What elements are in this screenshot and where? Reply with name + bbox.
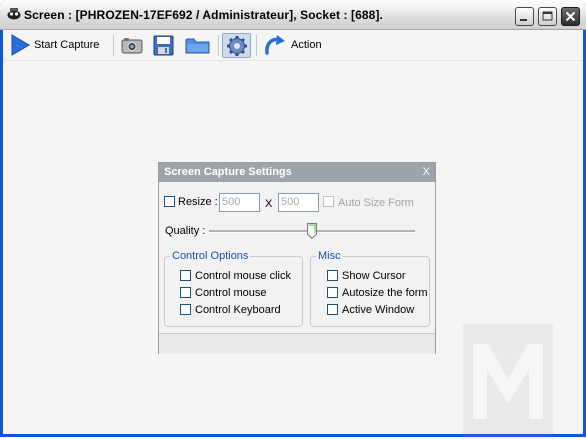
dialog-title-bar[interactable]: Screen Capture Settings X [159,163,435,182]
settings-button[interactable] [222,33,251,58]
autosize-form-checkbox[interactable] [327,287,338,298]
toolbar-separator [256,35,257,56]
toolbar-separator [218,35,219,56]
control-mouse-click-checkbox[interactable] [180,270,191,281]
save-button[interactable] [151,33,177,58]
active-window-label: Active Window [342,304,415,316]
screen-view-area: Screen Capture Settings X Resize : 500 X… [3,61,583,439]
screenshot-button[interactable] [119,33,145,58]
maximize-icon [542,11,553,21]
title-bar[interactable]: Screen : [PHROZEN-17EF692 / Administrate… [0,0,586,30]
dialog-title: Screen Capture Settings [164,166,292,178]
close-icon [565,11,576,22]
width-input[interactable]: 500 [219,193,260,212]
dialog-close-button[interactable]: X [423,166,430,178]
autosize-form-label: Autosize the form [342,287,428,299]
auto-size-form-checkbox[interactable] [323,196,334,207]
refresh-arrow-icon [265,35,285,55]
dialog-status-bar [159,333,435,354]
client-area: Start Capture Action Screen Capture Sett… [3,30,583,439]
control-keyboard-checkbox[interactable] [180,304,191,315]
misc-legend: Misc [316,250,343,262]
capture-settings-dialog: Screen Capture Settings X Resize : 500 X… [158,162,436,354]
start-capture-button[interactable]: Start Capture [7,33,107,58]
resize-label: Resize : [178,196,218,208]
start-capture-label: Start Capture [34,39,100,51]
watermark-logo [463,324,553,439]
control-mouse-click-label: Control mouse click [195,270,291,282]
gear-icon [227,36,247,56]
size-separator-x: X [265,198,273,210]
action-label: Action [291,39,322,51]
minimize-button[interactable] [515,7,534,26]
active-window-checkbox[interactable] [327,304,338,315]
height-input[interactable]: 500 [278,193,319,212]
control-options-group: Control Options Control mouse click Cont… [164,250,303,327]
misc-group: Misc Show Cursor Autosize the form Activ… [310,250,430,327]
capture-window: Screen : [PHROZEN-17EF692 / Administrate… [0,0,586,439]
minimize-icon [520,19,527,21]
window-title: Screen : [PHROZEN-17EF692 / Administrate… [24,8,383,22]
play-icon [11,34,30,56]
show-cursor-label: Show Cursor [342,270,406,282]
maximize-button[interactable] [538,7,557,26]
open-folder-button[interactable] [183,33,213,58]
control-options-legend: Control Options [170,250,251,262]
camera-icon [121,38,143,54]
auto-size-form-label: Auto Size Form [338,197,414,209]
app-icon [7,8,21,20]
toolbar: Start Capture Action [3,30,583,61]
resize-checkbox[interactable] [164,196,175,207]
control-mouse-label: Control mouse [195,287,267,299]
quality-slider-thumb[interactable] [307,223,317,239]
toolbar-separator [113,35,114,56]
close-button[interactable] [561,7,580,26]
control-keyboard-label: Control Keyboard [195,304,281,316]
floppy-disk-icon [153,35,174,56]
folder-icon [185,38,210,54]
quality-label: Quality : [165,225,206,237]
control-mouse-checkbox[interactable] [180,287,191,298]
action-button[interactable]: Action [261,33,325,58]
show-cursor-checkbox[interactable] [327,270,338,281]
